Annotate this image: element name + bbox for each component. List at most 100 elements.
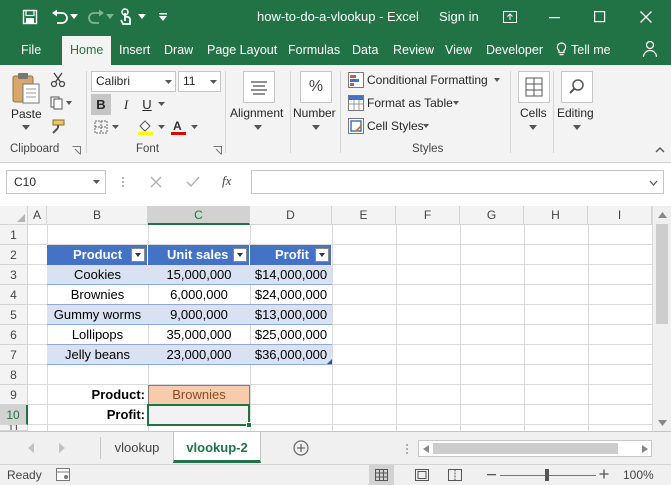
sheet-tab-vlookup[interactable]: vlookup <box>101 432 173 463</box>
font-color-icon[interactable]: A <box>170 118 200 136</box>
row-header-5[interactable]: 5 <box>0 305 28 325</box>
save-icon[interactable] <box>20 7 40 27</box>
table-cell-unit-sales[interactable]: 15,000,000 <box>148 265 250 285</box>
editing-dropdown-icon[interactable] <box>573 125 581 130</box>
number-button[interactable]: Number <box>293 106 336 120</box>
filter-button[interactable] <box>233 248 247 262</box>
zoom-level[interactable]: 100% <box>623 468 654 482</box>
row-header-4[interactable]: 4 <box>0 285 28 305</box>
tab-data[interactable]: Data <box>352 33 378 65</box>
table-cell-profit[interactable]: $13,000,000 <box>250 305 332 325</box>
format-as-table-button[interactable]: Format as Table <box>367 96 453 110</box>
column-header-g[interactable]: G <box>460 206 524 225</box>
row-header-9[interactable]: 9 <box>0 385 28 405</box>
zoom-in-icon[interactable] <box>599 469 609 479</box>
clipboard-launcher-icon[interactable] <box>72 146 81 155</box>
insert-function-button[interactable]: fx <box>222 173 231 189</box>
copy-icon[interactable] <box>50 96 72 110</box>
table-cell-unit-sales[interactable]: 35,000,000 <box>148 325 250 345</box>
column-header-h[interactable]: H <box>524 206 588 225</box>
collapse-ribbon-icon[interactable] <box>655 146 665 153</box>
column-header-e[interactable]: E <box>332 206 396 225</box>
font-size-box[interactable]: 11 <box>178 71 221 92</box>
paste-dropdown-icon[interactable] <box>22 125 30 130</box>
bold-button[interactable]: B <box>91 94 111 115</box>
table-cell-profit[interactable]: $24,000,000 <box>250 285 332 305</box>
table-cell-product[interactable]: Jelly beans <box>47 345 148 365</box>
row-header-2[interactable]: 2 <box>0 245 28 265</box>
percent-icon[interactable]: % <box>300 71 332 103</box>
cell-styles-button[interactable]: Cell Styles <box>367 119 424 133</box>
table-cell-product[interactable]: Gummy worms <box>47 305 148 325</box>
conditional-formatting-dropdown-icon[interactable] <box>494 78 500 82</box>
ribbon-display-options-icon[interactable] <box>500 7 520 27</box>
zoom-out-icon[interactable] <box>487 467 497 481</box>
underline-dropdown-icon[interactable] <box>158 102 165 107</box>
underline-button[interactable]: U <box>139 94 155 115</box>
sheet-tab-vlookup-2[interactable]: vlookup-2 <box>173 432 261 463</box>
vertical-scroll-thumb[interactable] <box>656 224 668 324</box>
horizontal-scrollbar[interactable] <box>418 440 652 457</box>
alignment-button[interactable]: Alignment <box>230 106 283 120</box>
fill-color-icon[interactable] <box>137 118 167 136</box>
filter-button[interactable] <box>131 248 145 262</box>
paste-icon[interactable] <box>11 72 41 104</box>
column-header-d[interactable]: D <box>250 206 332 225</box>
format-as-table-dropdown-icon[interactable] <box>453 101 459 105</box>
horizontal-scroll-thumb[interactable] <box>433 443 618 454</box>
cells-dropdown-icon[interactable] <box>529 125 537 130</box>
paste-button[interactable]: Paste <box>11 107 42 121</box>
normal-view-button[interactable] <box>369 465 394 485</box>
alignment-dropdown-icon[interactable] <box>254 125 262 130</box>
previous-sheet-icon[interactable] <box>28 443 35 453</box>
tab-split-grip-icon[interactable] <box>405 442 409 456</box>
touch-dropdown-icon[interactable] <box>136 7 148 27</box>
cells-icon[interactable] <box>518 71 550 103</box>
undo-icon[interactable] <box>50 7 70 27</box>
row-header-6[interactable]: 6 <box>0 325 28 345</box>
table-cell-product[interactable]: Brownies <box>47 285 148 305</box>
cancel-entry-icon[interactable] <box>150 176 162 188</box>
table-header-profit[interactable]: Profit <box>250 245 332 265</box>
conditional-formatting-button[interactable]: Conditional Formatting <box>367 73 488 87</box>
tab-page-layout[interactable]: Page Layout <box>207 33 277 65</box>
touch-mode-icon[interactable] <box>116 7 136 27</box>
tab-file[interactable]: File <box>21 33 41 65</box>
table-cell-product[interactable]: Lollipops <box>47 325 148 345</box>
fill-handle[interactable] <box>246 422 252 428</box>
next-sheet-icon[interactable] <box>58 443 65 453</box>
table-cell-profit[interactable]: $14,000,000 <box>250 265 332 285</box>
cell-styles-dropdown-icon[interactable] <box>423 124 429 128</box>
vertical-scrollbar[interactable] <box>652 206 671 431</box>
table-cell-unit-sales[interactable]: 23,000,000 <box>148 345 250 365</box>
undo-dropdown-icon[interactable] <box>68 7 80 27</box>
tab-draw[interactable]: Draw <box>164 33 193 65</box>
table-cell-profit[interactable]: $25,000,000 <box>250 325 332 345</box>
tab-developer[interactable]: Developer <box>486 33 543 65</box>
close-icon[interactable] <box>636 7 656 27</box>
row-header-1[interactable]: 1 <box>0 225 28 245</box>
editing-button[interactable]: Editing <box>557 106 594 120</box>
zoom-slider-thumb[interactable] <box>545 469 549 481</box>
italic-button[interactable]: I <box>117 94 135 115</box>
share-icon[interactable] <box>642 40 658 58</box>
tell-me-search[interactable]: Tell me <box>571 33 611 65</box>
select-all-corner[interactable] <box>0 206 28 225</box>
macro-recording-icon[interactable] <box>56 468 70 481</box>
sign-in-link[interactable]: Sign in <box>439 0 479 33</box>
filter-button[interactable] <box>315 248 329 262</box>
formula-input[interactable] <box>251 170 664 194</box>
tab-insert[interactable]: Insert <box>119 33 150 65</box>
redo-icon[interactable] <box>86 7 106 27</box>
tab-formulas[interactable]: Formulas <box>288 33 340 65</box>
table-header-unit-sales[interactable]: Unit sales <box>148 245 250 265</box>
row-header-7[interactable]: 7 <box>0 345 28 365</box>
product-label[interactable]: Product: <box>47 385 145 405</box>
tab-home[interactable]: Home <box>62 36 112 65</box>
row-header-8[interactable]: 8 <box>0 365 28 385</box>
editing-search-icon[interactable] <box>561 71 593 103</box>
page-break-preview-icon[interactable] <box>448 469 462 481</box>
font-name-box[interactable]: Calibri <box>91 71 176 92</box>
maximize-icon[interactable] <box>590 7 610 27</box>
redo-dropdown-icon[interactable] <box>104 7 116 27</box>
